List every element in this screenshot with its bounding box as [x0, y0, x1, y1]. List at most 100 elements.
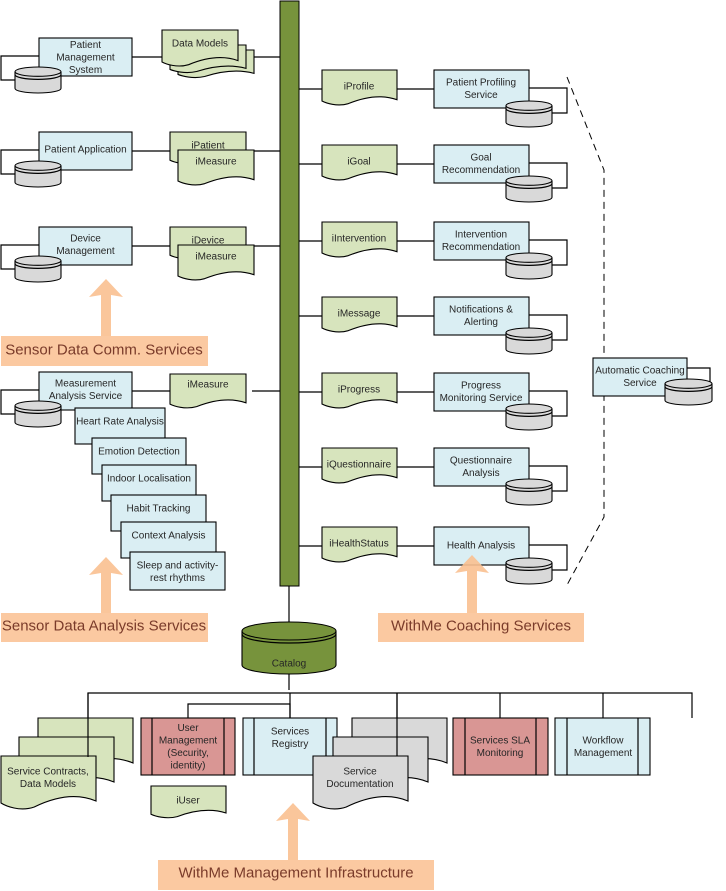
- service-label: Automatic Coaching: [595, 365, 685, 376]
- right-service-3[interactable]: iMessage Notifications & Alerting: [299, 296, 568, 355]
- service-label: Notifications &: [449, 304, 513, 315]
- right-service-4[interactable]: iProgress Progress Monitoring Service: [299, 372, 568, 431]
- service-label: Recommendation: [442, 242, 520, 253]
- right-service-2[interactable]: iIntervention Intervention Recommendation: [299, 221, 568, 280]
- services-sla-monitoring[interactable]: Services SLA Monitoring: [452, 717, 549, 776]
- database-icon: [505, 100, 553, 128]
- coaching-boundary: [566, 76, 605, 586]
- right-service-1[interactable]: iGoal Goal Recommendation: [299, 144, 568, 203]
- user-management-label: User: [177, 723, 199, 734]
- service-contracts[interactable]: Service Contracts, Data Models: [0, 693, 134, 810]
- automatic-coaching-service[interactable]: Automatic Coaching Service: [592, 357, 713, 406]
- analysis-submodule-5[interactable]: Sleep and activity-rest rhythms: [129, 551, 226, 591]
- service-label: Recommendation: [442, 165, 520, 176]
- mgmt-branch-line: [187, 703, 291, 718]
- service-label: Goal: [470, 152, 491, 163]
- contracts-label: Service Contracts,: [7, 766, 89, 777]
- service-label: Monitoring Service: [440, 393, 523, 404]
- banner-label: WithMe Coaching Services: [391, 618, 571, 635]
- catalog-label: Catalog: [272, 659, 306, 670]
- banner-label: Sensor Data Comm. Services: [5, 342, 203, 359]
- documentation-label: Documentation: [326, 779, 393, 790]
- left-service-0[interactable]: Patient ManagementSystem Data Models: [0, 29, 280, 94]
- service-label: Management: [56, 246, 115, 257]
- interface-label: iQuestionnaire: [327, 460, 392, 471]
- catalog[interactable]: Catalog: [241, 586, 337, 690]
- interface-label: iHealthStatus: [329, 539, 388, 550]
- interface-label: Data Models: [172, 39, 228, 50]
- catalog-top: [241, 621, 337, 641]
- database-top: [505, 252, 553, 263]
- iuser-interface[interactable]: iUser: [150, 785, 227, 819]
- submodule-label: rest rhythms: [150, 573, 205, 584]
- database-top: [14, 160, 62, 171]
- banner-infrastructure: WithMe Management Infrastructure: [158, 803, 434, 890]
- service-label: Health Analysis: [447, 541, 515, 552]
- security-box: [452, 717, 549, 776]
- database-icon: [505, 175, 553, 203]
- service-label: Device: [70, 233, 101, 244]
- database-icon: [505, 478, 553, 506]
- right-service-5[interactable]: iQuestionnaire Questionnaire Analysis: [299, 447, 568, 506]
- right-service-6[interactable]: iHealthStatus Health Analysis: [299, 526, 568, 585]
- registry-label: Services: [271, 726, 309, 737]
- service-label: Analysis: [462, 468, 499, 479]
- service-label: Management: [56, 53, 115, 64]
- left-service-1[interactable]: Patient Application iPatientiMeasure: [0, 131, 280, 188]
- interface-label: iIntervention: [332, 234, 386, 245]
- arrow-up-icon: [89, 279, 123, 336]
- database-top: [505, 403, 553, 414]
- service-label: System: [69, 65, 102, 76]
- contracts-label: Data Models: [20, 779, 76, 790]
- database-top: [14, 400, 62, 411]
- service-label: Intervention: [455, 229, 507, 240]
- interface-label: iUser: [176, 796, 200, 807]
- workflow-management[interactable]: Workflow Management: [554, 717, 651, 776]
- user-management-label: Management: [159, 735, 218, 746]
- submodule-label: Habit Tracking: [127, 504, 191, 515]
- interface-label: iMeasure: [195, 252, 237, 263]
- service-documentation[interactable]: Service Documentation: [312, 693, 448, 810]
- arrow-up-icon: [276, 803, 310, 860]
- left-service-2[interactable]: DeviceManagementiDeviceiMeasure: [0, 226, 280, 283]
- submodule-label: Context Analysis: [132, 531, 206, 542]
- workflow-label: Management: [574, 748, 633, 759]
- user-management-label: identity): [170, 760, 205, 771]
- banner-coaching: WithMe Coaching Services: [378, 555, 584, 642]
- service-label: Alerting: [464, 317, 498, 328]
- interface-label: iProfile: [344, 82, 375, 93]
- submodule-label: Sleep and activity-: [137, 560, 219, 571]
- database-icon: [14, 160, 62, 188]
- database-icon: [664, 378, 713, 406]
- workflow-label: Workflow: [583, 735, 625, 746]
- database-top: [505, 100, 553, 111]
- arrow-up-icon: [89, 557, 123, 613]
- user-management[interactable]: UserManagement (Security,identity): [140, 717, 236, 776]
- submodule-label: Heart Rate Analysis: [76, 417, 164, 428]
- database-icon: [505, 327, 553, 355]
- dashed-boundary-line: [566, 76, 605, 586]
- database-icon: [14, 255, 62, 283]
- database-top: [14, 255, 62, 266]
- database-top: [505, 557, 553, 568]
- banner-label: Sensor Data Analysis Services: [2, 618, 206, 635]
- database-icon: [505, 403, 553, 431]
- service-label: Patient: [70, 40, 101, 51]
- interface-label: iProgress: [338, 385, 380, 396]
- database-top: [14, 66, 62, 77]
- workflow-box: [554, 717, 651, 776]
- submodule-label: Emotion Detection: [98, 447, 180, 458]
- service-label: Patient Profiling: [446, 77, 516, 88]
- sla-label: Monitoring: [477, 748, 524, 759]
- database-icon: [505, 252, 553, 280]
- database-icon: [505, 557, 553, 585]
- service-bus-bar: [279, 0, 300, 587]
- database-top: [664, 378, 713, 389]
- right-service-0[interactable]: iProfile Patient Profiling Service: [299, 69, 568, 128]
- service-label: Measurement: [55, 378, 116, 389]
- interface-label: iMessage: [338, 309, 381, 320]
- database-top: [505, 478, 553, 489]
- database-icon: [14, 400, 62, 428]
- interface-label: iMeasure: [187, 380, 229, 391]
- database-top: [505, 327, 553, 338]
